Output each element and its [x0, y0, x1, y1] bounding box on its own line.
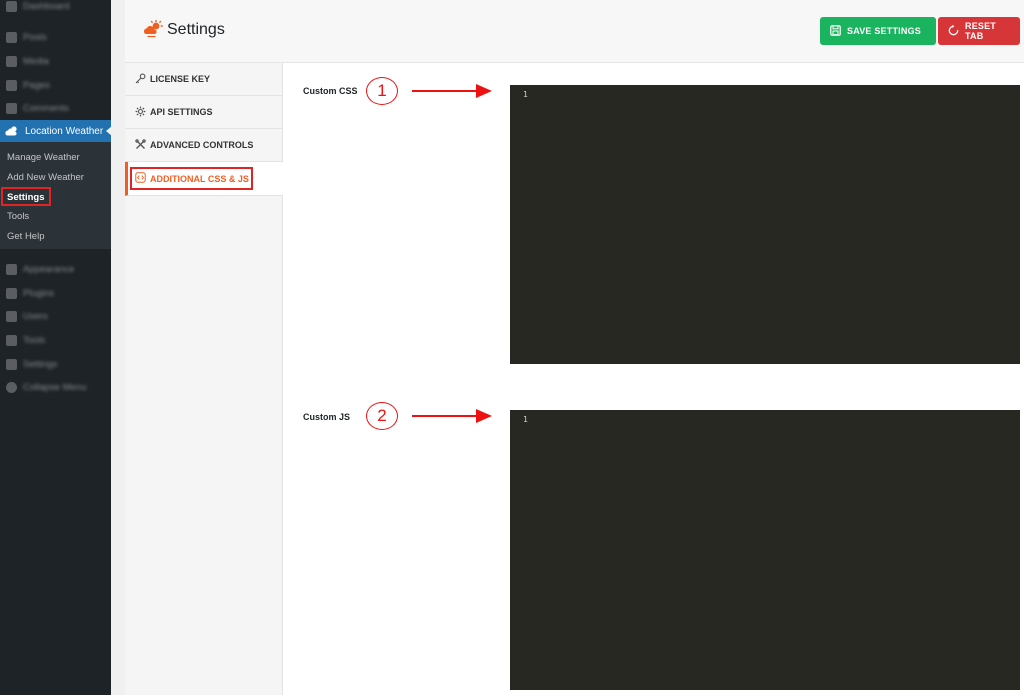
weather-cloud-icon [5, 125, 19, 137]
brand-weather-icon [143, 19, 163, 43]
js-line-number: 1 [523, 415, 528, 424]
settings-tabs: LICENSE KEY API SETTINGS ADVANCED CONTRO… [125, 63, 283, 695]
active-tab-highlight-box [130, 167, 253, 190]
css-line-number: 1 [523, 90, 528, 99]
custom-js-editor[interactable]: 1 [510, 410, 1020, 690]
users-icon [6, 310, 17, 322]
menu-media[interactable]: Media [0, 50, 111, 72]
custom-css-label: Custom CSS [303, 86, 358, 96]
page-title: Settings [167, 21, 225, 38]
menu-pages[interactable]: Pages [0, 74, 111, 96]
menu-collapse[interactable]: Collapse Menu [0, 376, 111, 398]
comments-icon [6, 102, 17, 114]
tab-advanced-controls-label: ADVANCED CONTROLS [150, 140, 254, 150]
posts-icon [6, 31, 17, 43]
submenu-manage-weather[interactable]: Manage Weather [7, 152, 80, 163]
tab-api-settings-label: API SETTINGS [150, 107, 213, 117]
save-disk-icon [830, 24, 841, 38]
save-settings-label: SAVE SETTINGS [847, 26, 921, 36]
custom-js-label: Custom JS [303, 412, 351, 422]
menu-tools[interactable]: Tools [0, 329, 111, 351]
menu-location-weather[interactable]: Location Weather [0, 120, 112, 142]
annotation-marker-1: 1 [366, 77, 398, 105]
tab-advanced-controls[interactable]: ADVANCED CONTROLS [125, 129, 283, 162]
reset-tab-button[interactable]: RESET TAB [938, 17, 1020, 45]
menu-dashboard[interactable]: Dashboard [0, 0, 111, 17]
reset-refresh-icon [948, 24, 959, 38]
menu-comments[interactable]: Comments [0, 97, 111, 119]
appearance-icon [6, 263, 17, 275]
media-icon [6, 55, 17, 67]
tools-icon [135, 138, 146, 152]
annotation-arrow-1 [412, 84, 492, 98]
menu-settings[interactable]: Settings [0, 353, 111, 375]
custom-css-editor[interactable]: 1 [510, 85, 1020, 364]
menu-users[interactable]: Users [0, 305, 111, 327]
save-settings-button[interactable]: SAVE SETTINGS [820, 17, 936, 45]
gear-icon [135, 106, 146, 119]
tab-license-key-label: LICENSE KEY [150, 74, 211, 84]
tab-api-settings[interactable]: API SETTINGS [125, 96, 283, 129]
annotation-arrow-2 [412, 409, 492, 423]
settings-icon [6, 358, 17, 370]
dashboard-icon [6, 0, 17, 12]
menu-posts[interactable]: Posts [0, 26, 111, 48]
menu-appearance[interactable]: Appearance [0, 258, 111, 280]
tab-license-key[interactable]: LICENSE KEY [125, 63, 283, 96]
settings-header: Settings SAVE SETTINGS RESET TAB [125, 0, 1024, 63]
tools-icon [6, 334, 17, 346]
collapse-icon [6, 381, 17, 393]
submenu-get-help[interactable]: Get Help [7, 231, 45, 242]
plugins-icon [6, 287, 17, 299]
annotation-marker-2: 2 [366, 402, 398, 430]
admin-sidebar: Dashboard Posts Media Pages Comments Loc… [0, 0, 112, 695]
active-menu-notch [106, 126, 112, 136]
submenu-tools[interactable]: Tools [7, 211, 29, 222]
settings-highlight-box [1, 187, 51, 206]
key-icon [135, 73, 146, 86]
reset-tab-label: RESET TAB [965, 21, 997, 41]
pages-icon [6, 79, 17, 91]
menu-plugins[interactable]: Plugins [0, 282, 111, 304]
submenu-add-new-weather[interactable]: Add New Weather [7, 172, 84, 183]
